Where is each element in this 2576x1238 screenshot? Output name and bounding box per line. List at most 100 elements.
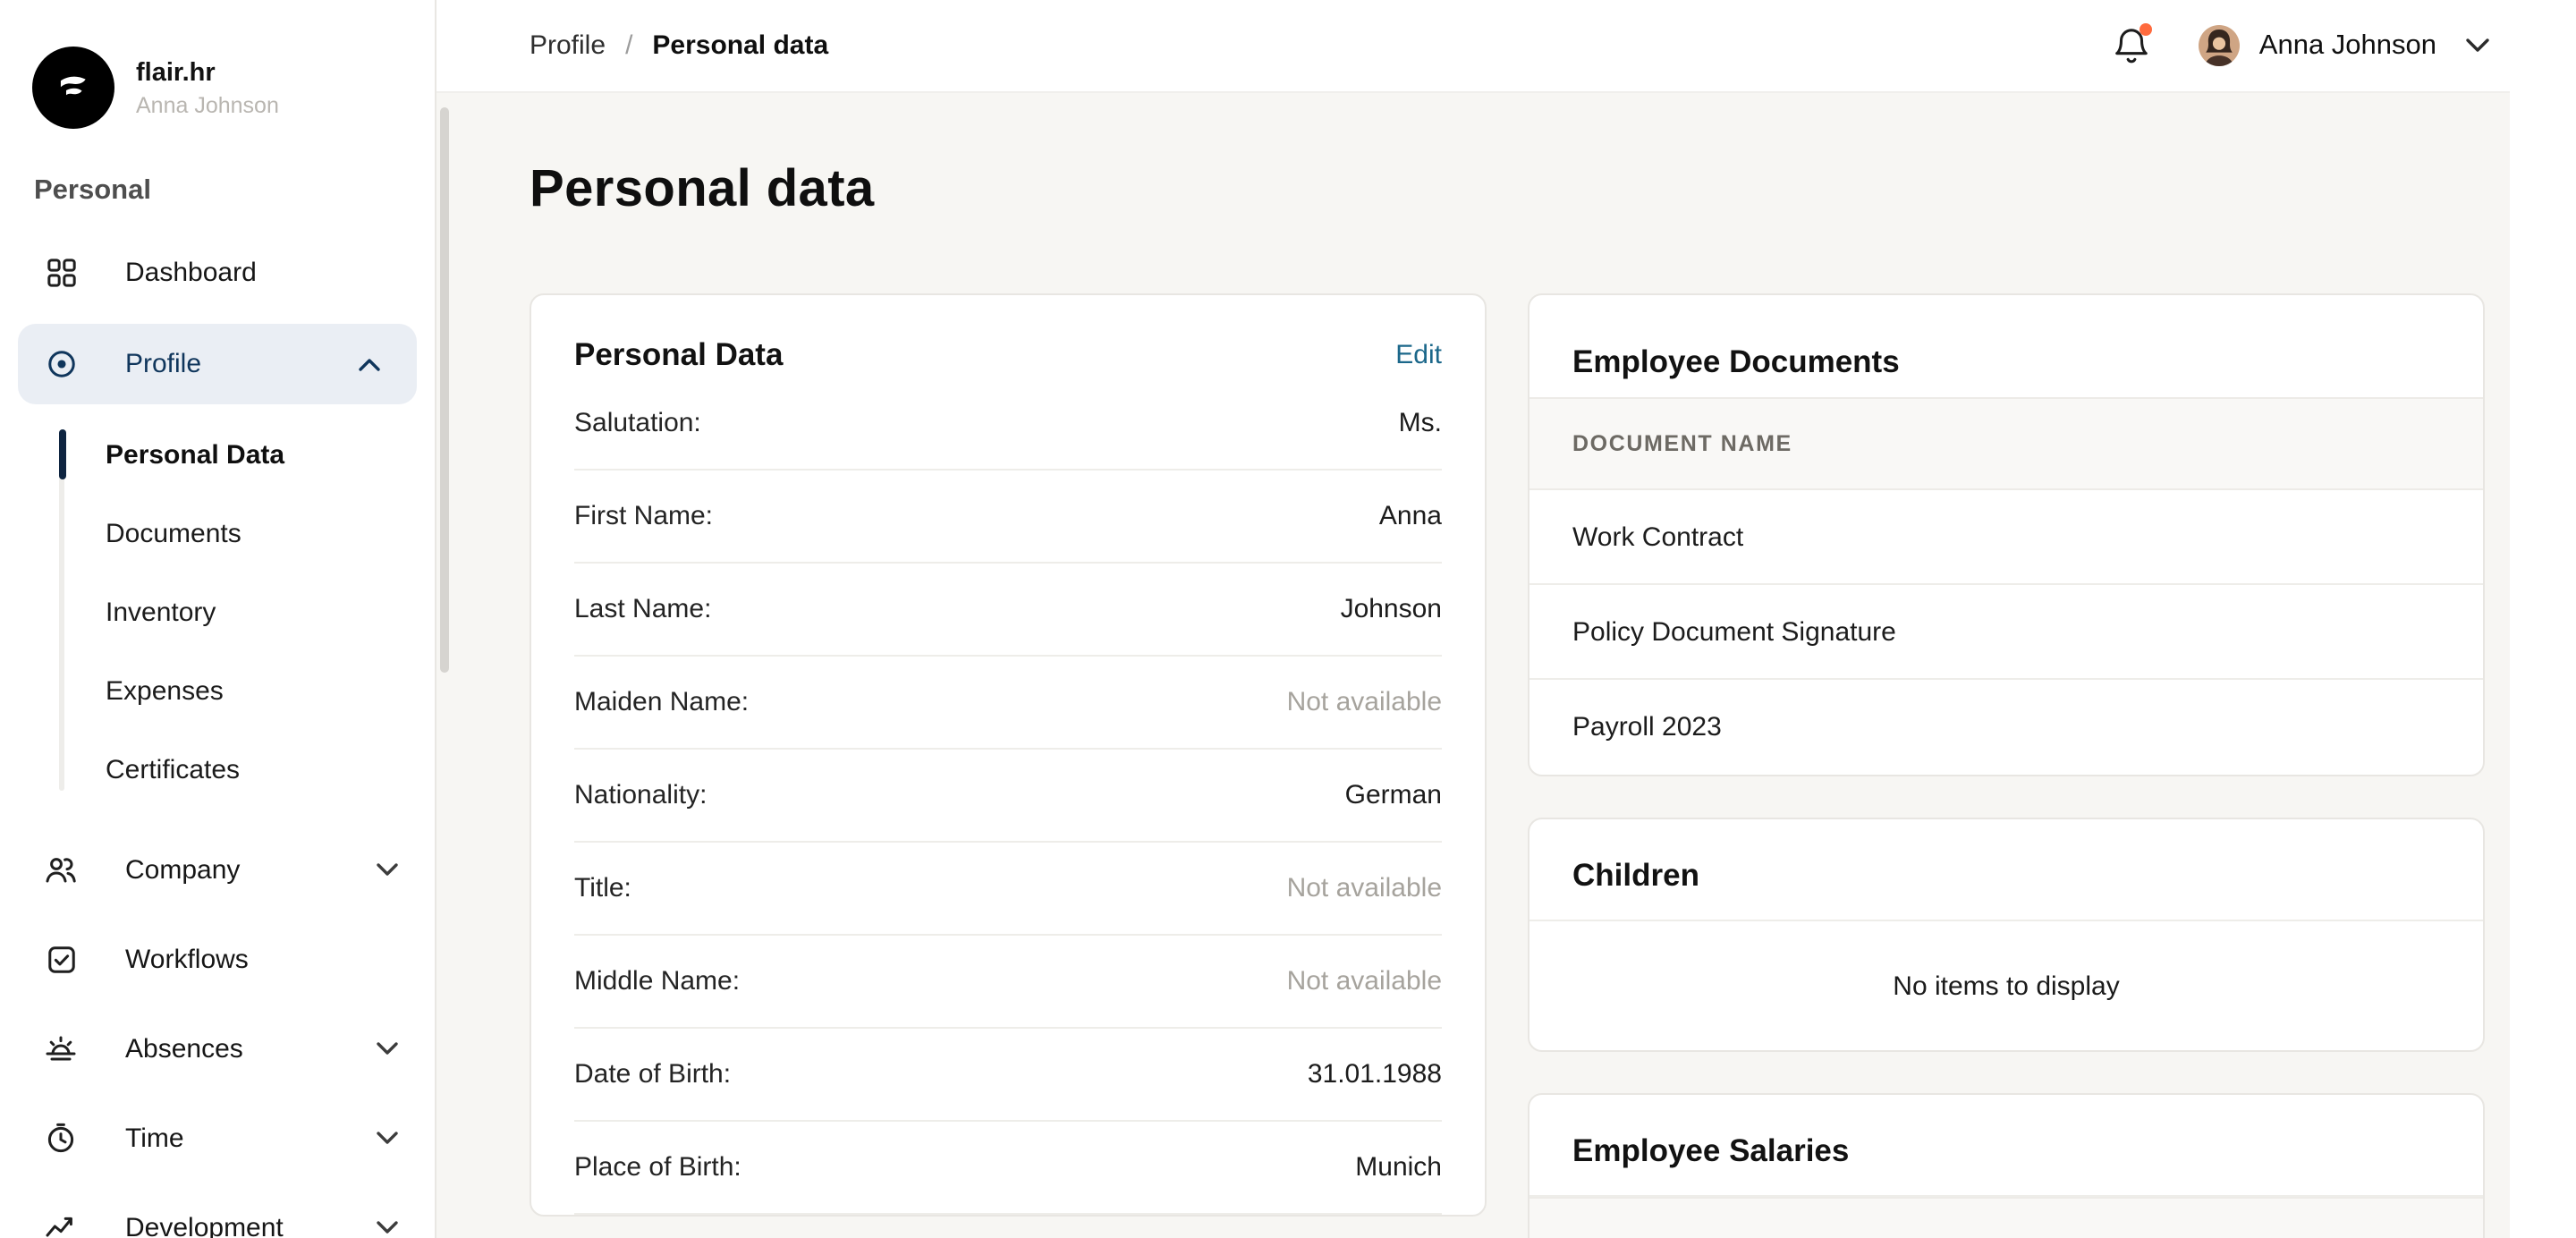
field-label: Salutation: [574, 408, 701, 438]
sidebar-item-development[interactable]: Development [0, 1190, 435, 1238]
card-employee-documents: Employee Documents DOCUMENT NAME Work Co… [1528, 293, 2485, 776]
page-title: Personal data [530, 161, 2576, 220]
people-icon [43, 853, 79, 886]
chevron-up-icon [358, 357, 381, 371]
chevron-down-icon [376, 1041, 399, 1056]
sidebar-item-label: Workflows [125, 944, 249, 974]
card-employee-documents-header: Employee Documents [1530, 295, 2483, 397]
sidebar-item-company[interactable]: Company [0, 832, 435, 907]
sidebar-subitem-inventory[interactable]: Inventory [0, 572, 435, 651]
sidebar-item-profile[interactable]: Profile [18, 324, 417, 404]
sidebar-nav: Dashboard Profile Personal Data [0, 234, 435, 1238]
main-area: Profile / Personal data [436, 0, 2576, 1238]
sidebar-subitem-label: Certificates [106, 754, 240, 784]
chevron-down-icon[interactable] [2465, 38, 2490, 54]
breadcrumb-current: Personal data [652, 30, 828, 61]
document-row[interactable]: Work Contract [1530, 490, 2483, 585]
field-value: Ms. [1399, 408, 1442, 438]
sidebar-subitem-label: Expenses [106, 675, 224, 706]
breadcrumb-parent[interactable]: Profile [530, 30, 606, 61]
document-row[interactable]: Payroll 2023 [1530, 680, 2483, 775]
field-value: Not available [1287, 966, 1442, 996]
documents-column-header: DOCUMENT NAME [1530, 397, 2483, 490]
sidebar-subitem-certificates[interactable]: Certificates [0, 730, 435, 809]
user-avatar[interactable] [2199, 25, 2240, 66]
field-label: Title: [574, 873, 631, 903]
chevron-down-icon [376, 862, 399, 877]
field-row: Date of Birth: 31.01.1988 [574, 1029, 1442, 1122]
sidebar-item-workflows[interactable]: Workflows [0, 921, 435, 996]
sidebar: flair.hr Anna Johnson Personal Dashboard [0, 0, 436, 1238]
sidebar-subitem-personal-data[interactable]: Personal Data [0, 415, 435, 494]
salaries-column-header [1530, 1197, 2483, 1238]
field-row: Place of Birth: Munich [574, 1122, 1442, 1215]
field-label: First Name: [574, 501, 713, 531]
edit-button[interactable]: Edit [1395, 339, 1442, 369]
sidebar-item-label: Absences [125, 1033, 243, 1064]
document-name: Payroll 2023 [1572, 712, 1722, 742]
field-label: Last Name: [574, 594, 711, 624]
brand-text: flair.hr Anna Johnson [136, 58, 279, 117]
card-children: Children No items to display [1528, 818, 2485, 1052]
notifications-button[interactable] [2111, 24, 2152, 67]
sidebar-item-label: Company [125, 854, 240, 885]
field-row: Nationality: German [574, 750, 1442, 843]
brand-name: flair.hr [136, 58, 279, 87]
sunrise-icon [43, 1032, 79, 1064]
sidebar-subitem-label: Inventory [106, 597, 216, 627]
field-row: Maiden Name: Not available [574, 657, 1442, 750]
field-value: Not available [1287, 687, 1442, 717]
column-header-label: DOCUMENT NAME [1572, 431, 1792, 456]
sidebar-item-label: Dashboard [125, 257, 257, 287]
notification-dot [2140, 22, 2152, 35]
brand-logo-icon [32, 47, 114, 129]
card-columns: Personal Data Edit Salutation: Ms. First… [530, 293, 2576, 1238]
checkbox-icon [43, 944, 79, 974]
user-name[interactable]: Anna Johnson [2259, 30, 2436, 62]
field-label: Place of Birth: [574, 1152, 741, 1183]
sidebar-subitem-label: Documents [106, 518, 242, 548]
sidebar-item-absences[interactable]: Absences [0, 1011, 435, 1086]
brand-user: Anna Johnson [136, 92, 279, 117]
document-name: Policy Document Signature [1572, 616, 1896, 647]
card-children-header: Children [1530, 819, 2483, 921]
sidebar-item-dashboard[interactable]: Dashboard [0, 234, 435, 310]
field-value: Anna [1379, 501, 1442, 531]
app-root: flair.hr Anna Johnson Personal Dashboard [0, 0, 2576, 1238]
card-employee-salaries-header: Employee Salaries [1530, 1095, 2483, 1197]
field-value: Not available [1287, 873, 1442, 903]
field-label: Date of Birth: [574, 1059, 731, 1090]
document-name: Work Contract [1572, 521, 1743, 552]
field-label: Nationality: [574, 780, 707, 810]
sidebar-item-time[interactable]: Time [0, 1100, 435, 1175]
card-employee-salaries: Employee Salaries [1528, 1093, 2485, 1238]
sidebar-subitem-documents[interactable]: Documents [0, 494, 435, 572]
chevron-down-icon [376, 1131, 399, 1145]
sidebar-subitem-label: Personal Data [106, 439, 284, 470]
sidebar-subitem-expenses[interactable]: Expenses [0, 651, 435, 730]
right-column: Employee Documents DOCUMENT NAME Work Co… [1528, 293, 2485, 1238]
active-indicator [59, 429, 65, 479]
card-personal-data-header: Personal Data Edit [531, 295, 1485, 377]
chart-icon [43, 1211, 79, 1238]
field-value: German [1345, 780, 1442, 810]
document-row[interactable]: Policy Document Signature [1530, 585, 2483, 680]
topbar: Profile / Personal data [436, 0, 2576, 93]
card-personal-data: Personal Data Edit Salutation: Ms. First… [530, 293, 1487, 1217]
main-scrollbar-gutter[interactable] [2510, 0, 2576, 1238]
chevron-down-icon [376, 1220, 399, 1234]
card-title: Employee Salaries [1572, 1132, 1849, 1170]
sidebar-item-label: Time [125, 1123, 184, 1153]
profile-submenu: Personal Data Documents Inventory Expens… [0, 415, 435, 809]
field-label: Middle Name: [574, 966, 740, 996]
breadcrumb-separator: / [625, 30, 632, 61]
card-title: Children [1572, 857, 1699, 895]
topbar-right: Anna Johnson [2111, 24, 2490, 67]
field-row: Title: Not available [574, 843, 1442, 936]
field-row: First Name: Anna [574, 471, 1442, 564]
field-value: Johnson [1341, 594, 1442, 624]
field-label: Maiden Name: [574, 687, 749, 717]
field-row: Middle Name: Not available [574, 936, 1442, 1029]
card-title: Employee Documents [1572, 343, 1900, 381]
sidebar-scrollbar-thumb[interactable] [440, 107, 449, 673]
